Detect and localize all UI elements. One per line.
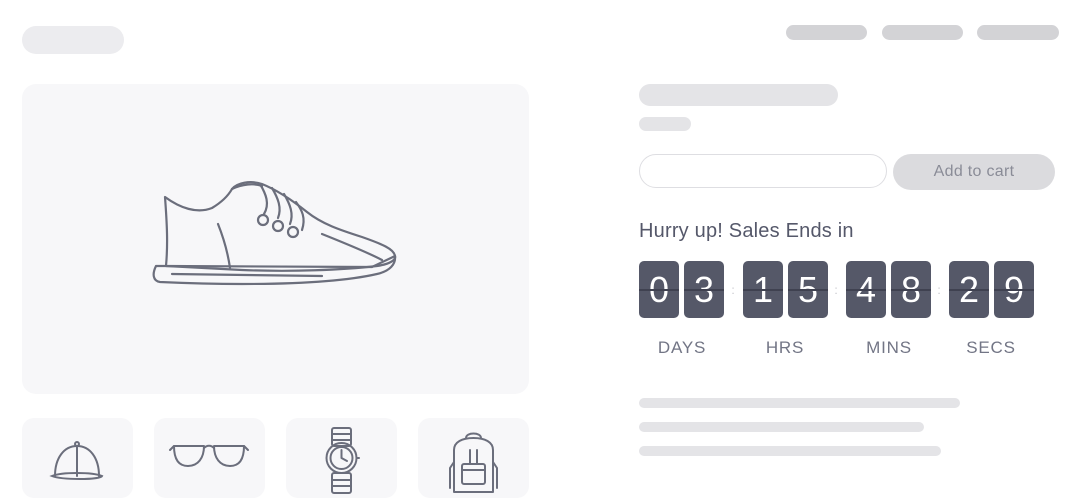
cap-icon (49, 441, 104, 480)
description-placeholder-line (639, 398, 960, 408)
quantity-input[interactable] (639, 154, 887, 188)
product-main-image (22, 84, 529, 394)
product-price-placeholder (639, 117, 691, 131)
countdown-days-digit-2: 3 (684, 261, 724, 318)
countdown-minutes-digit-2: 8 (891, 261, 931, 318)
backpack-icon (449, 432, 498, 493)
nav-link-placeholder-1[interactable] (786, 25, 867, 40)
wristwatch-icon (325, 427, 360, 494)
thumbnail-backpack[interactable] (418, 418, 529, 498)
countdown-days-label: DAYS (657, 338, 707, 357)
thumbnail-sunglasses[interactable] (154, 418, 265, 498)
countdown-separator: : (731, 283, 735, 297)
thumbnail-wristwatch[interactable] (286, 418, 397, 498)
countdown-separator: : (937, 283, 941, 297)
countdown-days-digit-1: 0 (639, 261, 679, 318)
logo-placeholder[interactable] (22, 26, 124, 54)
countdown-minutes-label: MINS (866, 338, 912, 357)
countdown-seconds-digit-2: 9 (994, 261, 1034, 318)
nav-link-placeholder-3[interactable] (977, 25, 1059, 40)
nav-link-placeholder-2[interactable] (882, 25, 963, 40)
countdown-heading: Hurry up! Sales Ends in (639, 220, 854, 242)
countdown-minutes-digit-1: 4 (846, 261, 886, 318)
thumbnail-cap[interactable] (22, 418, 133, 498)
description-placeholder-line (639, 446, 941, 456)
sunglasses-icon (169, 444, 249, 467)
countdown-hours-digit-2: 5 (788, 261, 828, 318)
countdown-hours-label: HRS (765, 338, 805, 357)
sneaker-icon (152, 181, 397, 286)
countdown-seconds-label: SECS (966, 338, 1016, 357)
countdown-hours-digit-1: 1 (743, 261, 783, 318)
description-placeholder-line (639, 422, 924, 432)
product-title-placeholder (639, 84, 838, 106)
countdown-seconds-digit-1: 2 (949, 261, 989, 318)
countdown-separator: : (834, 283, 838, 297)
add-to-cart-button[interactable]: Add to cart (893, 154, 1055, 190)
